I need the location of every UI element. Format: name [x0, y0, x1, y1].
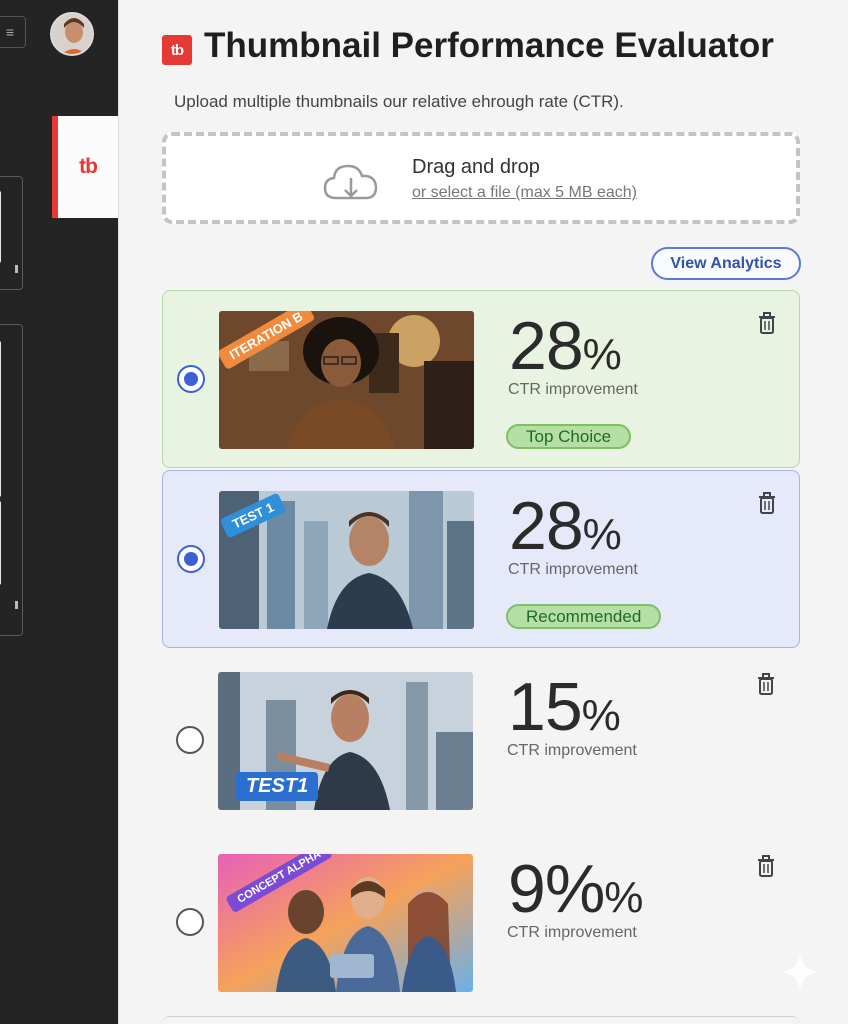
select-radio[interactable] — [176, 726, 204, 754]
status-badge: Recommended — [506, 604, 662, 629]
ctr-unit: % — [604, 873, 643, 922]
ctr-unit: % — [582, 510, 622, 559]
ctr-label: CTR improvement — [508, 561, 638, 578]
thumbnail-image: CONCEPT ALPHA — [218, 854, 473, 992]
trash-icon[interactable] — [757, 311, 777, 335]
select-radio[interactable] — [177, 545, 205, 573]
thumbnail-image: TEST1 — [218, 672, 473, 810]
menu-icon: ≡ — [5, 24, 15, 40]
view-analytics-button[interactable]: View Analytics — [651, 247, 801, 280]
tubebuddy-logo: tb — [79, 155, 98, 178]
ctr-unit: % — [582, 330, 622, 379]
app-logo-text: tb — [170, 41, 184, 59]
sidebar-tab-tubebuddy[interactable]: tb — [52, 116, 118, 218]
select-radio[interactable] — [176, 908, 204, 936]
ctr-percentage: 28% — [509, 487, 622, 565]
sparkle-icon — [782, 954, 818, 990]
sidebar-panel-2 — [0, 324, 23, 636]
ctr-percentage: 9%% — [508, 850, 643, 928]
ctr-percentage: 15% — [508, 668, 621, 746]
thumbnail-tag: TEST1 — [236, 772, 319, 801]
file-select-link[interactable]: or select a file (max 5 MB each) — [412, 184, 637, 202]
thumbnail-card[interactable]: TEST 1 28% CTR improvement Recommended — [162, 470, 800, 648]
thumbnail-card[interactable]: CONCEPT ALPHA 9%% CTR improvement — [162, 834, 800, 1012]
ctr-label: CTR improvement — [508, 381, 638, 398]
ctr-label: CTR improvement — [507, 742, 637, 759]
user-avatar[interactable] — [50, 12, 94, 56]
ctr-unit: % — [581, 691, 621, 740]
thumbnail-image: ITERATION B — [219, 311, 474, 449]
page-subtitle: Upload multiple thumbnails our relative … — [174, 92, 624, 111]
select-radio[interactable] — [177, 365, 205, 393]
thumbnail-card[interactable]: ITERATION B 28% CTR improvement Top Choi… — [162, 290, 800, 468]
app-logo: tb — [162, 35, 192, 65]
ctr-label: CTR improvement — [507, 924, 637, 941]
thumbnail-image: TEST 1 — [219, 491, 474, 629]
sidebar-panel-1 — [0, 176, 23, 290]
trash-icon[interactable] — [756, 672, 776, 696]
thumbnail-card[interactable]: TEST1 15% CTR improvement — [162, 652, 800, 830]
ctr-percentage: 28% — [509, 307, 622, 385]
menu-button[interactable]: ≡ — [0, 16, 26, 48]
trash-icon[interactable] — [757, 491, 777, 515]
page-title: Thumbnail Performance Evaluator — [204, 26, 774, 65]
ctr-value: 9% — [508, 851, 605, 927]
ctr-value: 15 — [508, 669, 583, 745]
dropzone-title: Drag and drop — [412, 156, 540, 178]
cloud-upload-icon — [323, 164, 378, 200]
status-badge: Top Choice — [506, 424, 632, 449]
trash-icon[interactable] — [756, 854, 776, 878]
upload-dropzone[interactable]: Drag and drop or select a file (max 5 MB… — [162, 132, 800, 224]
next-card-edge — [162, 1016, 800, 1024]
ctr-value: 28 — [509, 488, 584, 564]
ctr-value: 28 — [509, 308, 584, 384]
tag-text: TEST1 — [246, 775, 309, 797]
